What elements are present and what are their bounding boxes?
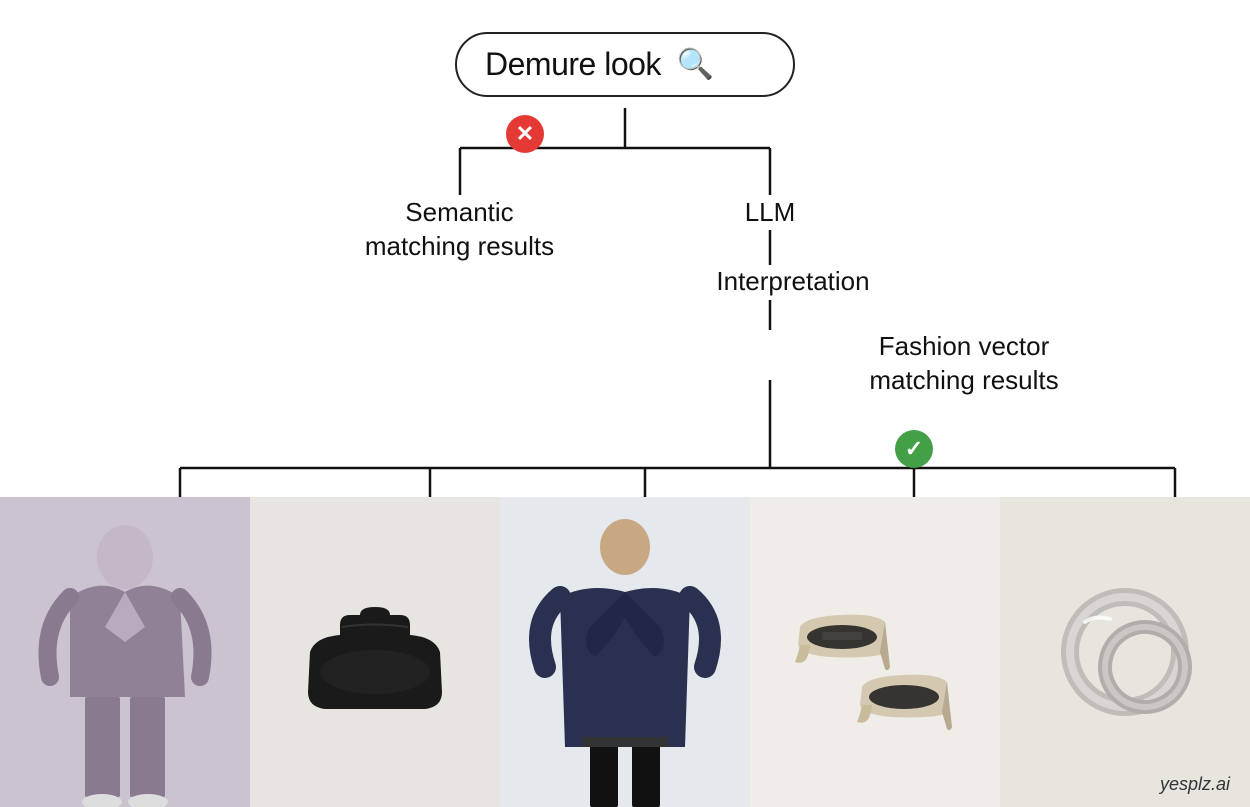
product-item-4	[750, 497, 1000, 807]
semantic-label: Semantic matching results	[323, 196, 596, 264]
error-badge: ✕	[506, 115, 544, 153]
watermark: yesplz.ai	[1160, 774, 1230, 795]
search-bar[interactable]: Demure look 🔍	[455, 32, 795, 97]
interpretation-label: Interpretation	[658, 265, 928, 299]
fashion-vector-label: Fashion vector matching results	[829, 330, 1099, 398]
product-item-2	[250, 497, 500, 807]
product-item-3	[500, 497, 750, 807]
success-badge: ✓	[895, 430, 933, 468]
product-item-5	[1000, 497, 1250, 807]
search-icon[interactable]: 🔍	[677, 47, 714, 82]
products-row	[0, 497, 1250, 807]
product-item-1	[0, 497, 250, 807]
llm-label: LLM	[720, 196, 820, 230]
search-query: Demure look	[485, 46, 661, 83]
